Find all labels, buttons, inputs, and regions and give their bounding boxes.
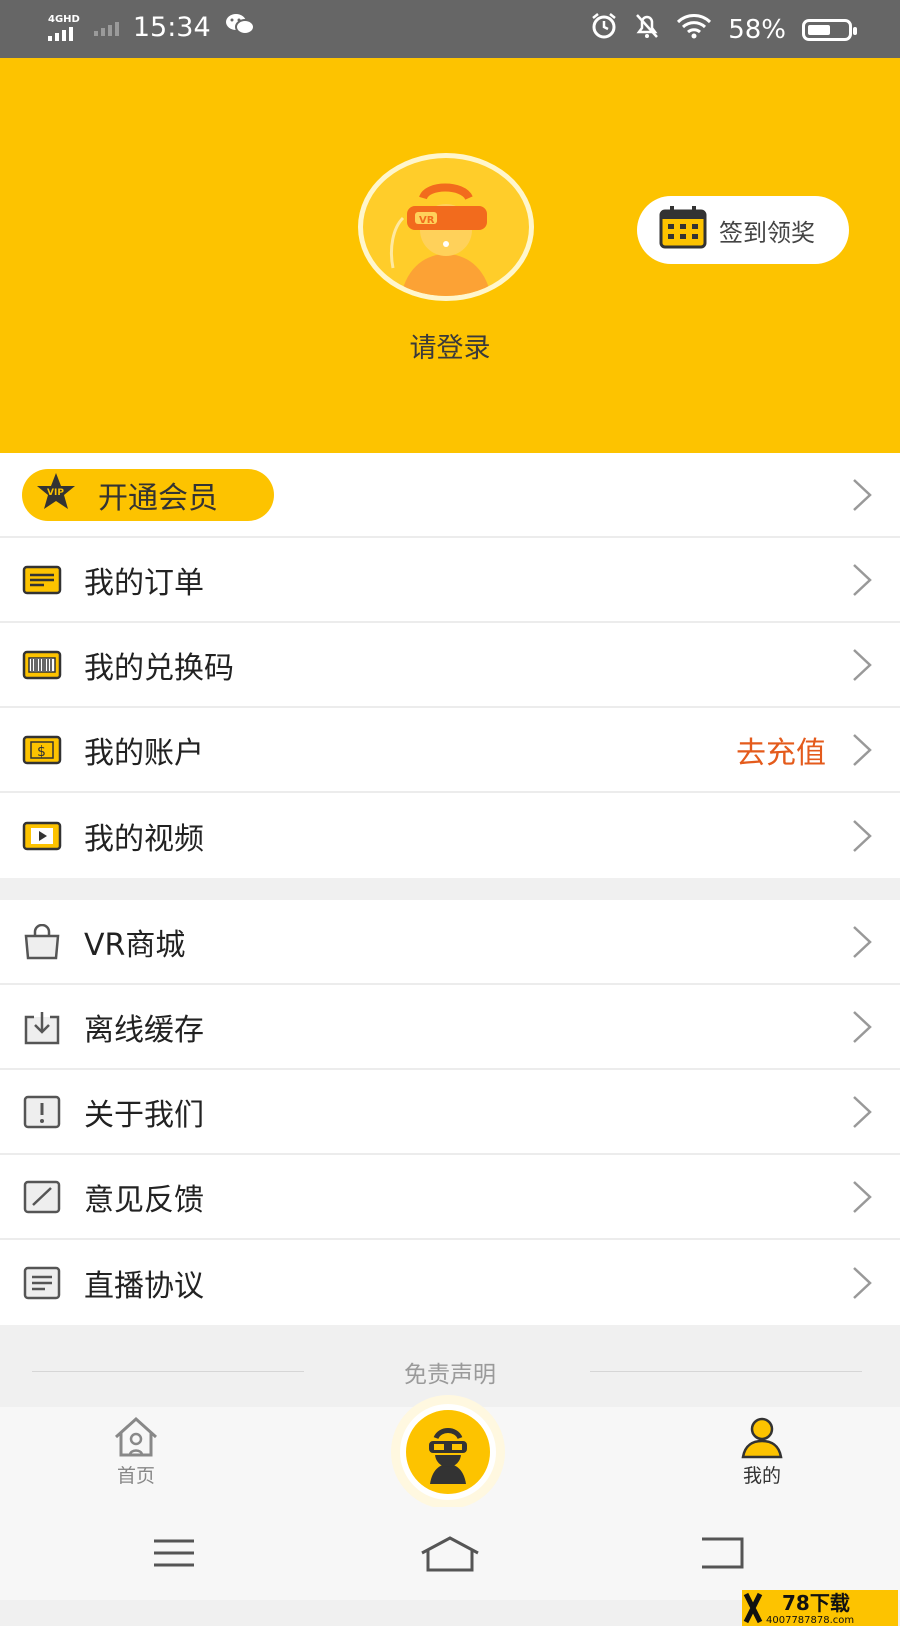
vip-label: 开通会员 [98, 480, 218, 516]
menu-item-redeem-code[interactable]: 我的兑换码 [0, 623, 900, 708]
vip-row[interactable]: VIP 开通会员 [0, 453, 900, 538]
barcode-icon [22, 650, 62, 679]
chevron-right-icon [853, 563, 872, 596]
video-icon [22, 821, 62, 850]
chevron-right-icon [853, 819, 872, 852]
login-prompt[interactable]: 请登录 [0, 326, 900, 365]
menu-item-label: VR商城 [84, 927, 186, 963]
menu-item-live-agreement[interactable]: 直播协议 [0, 1240, 900, 1325]
battery-percent: 58% [728, 14, 786, 45]
clock: 15:34 [132, 12, 211, 43]
tab-home-label: 首页 [116, 1465, 155, 1487]
menu-item-feedback[interactable]: 意见反馈 [0, 1155, 900, 1240]
menu-icon[interactable] [152, 1535, 196, 1571]
calendar-icon [659, 205, 707, 255]
chevron-right-icon [853, 648, 872, 681]
menu-item-label: 直播协议 [84, 1268, 204, 1304]
battery-icon [802, 18, 857, 41]
vip-pill[interactable]: VIP 开通会员 [22, 468, 274, 521]
menu-item-label: 意见反馈 [84, 1182, 204, 1218]
account-menu: VIP 开通会员 我的订单 我的兑换码 $ 我的账户 去充值 我的视频 [0, 453, 900, 878]
menu-item-label: 我的兑换码 [84, 650, 234, 686]
chevron-right-icon [853, 478, 872, 511]
tab-mine[interactable]: 我的 [702, 1415, 822, 1488]
avatar[interactable]: VR [358, 153, 534, 301]
general-menu: VR商城 离线缓存 关于我们 意见反馈 直播协议 [0, 900, 900, 1325]
chevron-right-icon [853, 733, 872, 766]
vr-headset-icon [427, 1428, 469, 1484]
signal-indicator: 4GHD [48, 13, 80, 41]
disclaimer-link[interactable]: 免责声明 [0, 1355, 900, 1389]
chevron-right-icon [853, 1266, 872, 1299]
svg-text:$: $ [37, 744, 46, 760]
home-nav-icon[interactable] [420, 1535, 480, 1573]
menu-item-label: 我的账户 [84, 735, 204, 771]
menu-item-label: 我的订单 [84, 565, 204, 601]
menu-item-label: 我的视频 [84, 821, 204, 857]
menu-item-label: 离线缓存 [84, 1012, 204, 1048]
download-icon [24, 1011, 60, 1044]
chevron-right-icon [853, 925, 872, 958]
menu-item-offline-cache[interactable]: 离线缓存 [0, 985, 900, 1070]
tab-home[interactable]: 首页 [76, 1415, 196, 1488]
disclaimer-section: 免责声明 [0, 1325, 900, 1395]
network-type: 4GHD [48, 13, 80, 25]
menu-item-vr-mall[interactable]: VR商城 [0, 900, 900, 985]
tab-mine-label: 我的 [742, 1465, 781, 1487]
watermark-phone: 4007787878.com [766, 1615, 854, 1626]
profile-header: VR 请登录 签到领奖 [0, 58, 900, 453]
home-icon [114, 1416, 158, 1457]
checkin-label: 签到领奖 [719, 218, 815, 247]
vr-center-button[interactable] [391, 1395, 505, 1509]
menu-item-label: 关于我们 [84, 1097, 204, 1133]
info-icon [23, 1095, 61, 1128]
menu-item-orders[interactable]: 我的订单 [0, 538, 900, 623]
vip-star-icon: VIP [36, 472, 76, 518]
dollar-card-icon: $ [22, 735, 62, 764]
svg-text:VR: VR [419, 215, 435, 226]
menu-item-about-us[interactable]: 关于我们 [0, 1070, 900, 1155]
recharge-link[interactable]: 去充值 [736, 728, 826, 772]
back-icon[interactable] [700, 1535, 744, 1571]
system-navigation-bar: 78下载 4007787878.com [0, 1507, 900, 1626]
shopping-bag-icon [24, 923, 60, 959]
order-icon [22, 565, 62, 594]
wechat-icon [225, 12, 255, 43]
alarm-icon [590, 12, 618, 47]
person-icon [741, 1417, 783, 1459]
status-bar: 4GHD 15:34 58% [0, 0, 900, 58]
chevron-right-icon [853, 1010, 872, 1043]
menu-item-account[interactable]: $ 我的账户 去充值 [0, 708, 900, 793]
mute-bell-icon [634, 12, 660, 47]
wifi-icon [676, 13, 712, 46]
signal-bars-secondary [93, 20, 119, 36]
menu-item-videos[interactable]: 我的视频 [0, 793, 900, 878]
watermark-brand: 78下载 [782, 1591, 850, 1615]
document-icon [23, 1266, 61, 1299]
vip-badge-text: VIP [47, 488, 64, 498]
bottom-tab-bar: 首页 我的 [0, 1395, 900, 1509]
chevron-right-icon [853, 1095, 872, 1128]
feedback-icon [23, 1180, 61, 1213]
watermark-logo: 78下载 4007787878.com [742, 1562, 898, 1626]
chevron-right-icon [853, 1180, 872, 1213]
checkin-button[interactable]: 签到领奖 [637, 196, 849, 264]
